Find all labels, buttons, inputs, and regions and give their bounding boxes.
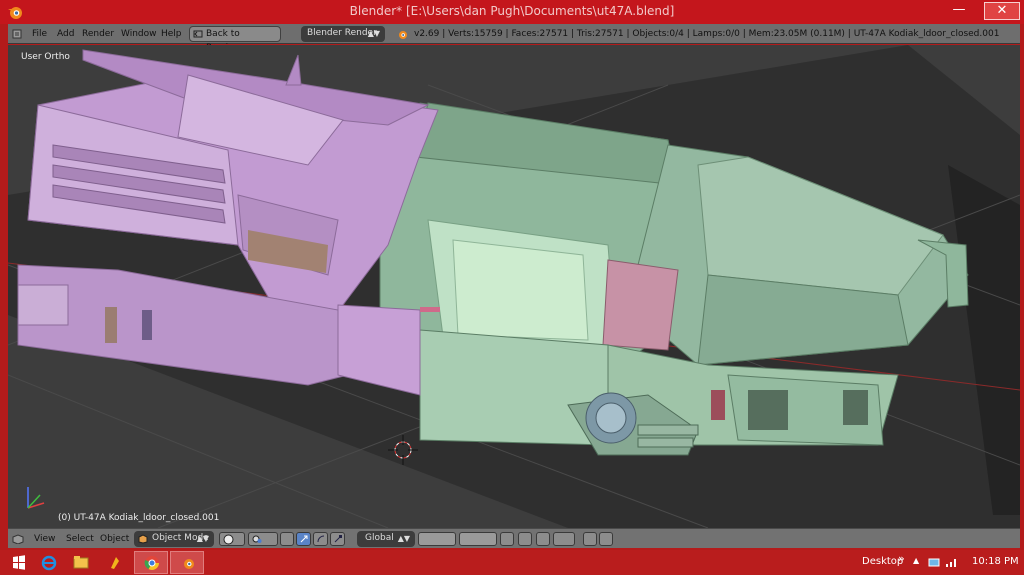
3d-viewport[interactable]: User Ortho (0) UT-47A Kodiak_ldoor_close…: [8, 45, 1020, 528]
proportional-edit-button[interactable]: [518, 532, 532, 546]
viewport-scene[interactable]: [8, 45, 1020, 528]
toolbar-chevron-icon[interactable]: »: [898, 552, 905, 565]
scene-stats: v2.69 | Verts:15759 | Faces:27571 | Tris…: [414, 29, 1000, 39]
blender-window: Blender* [E:\Users\dan Pugh\Documents\ut…: [0, 0, 1024, 575]
solid-shading-icon: [223, 534, 234, 545]
blender-taskbar-button[interactable]: [170, 551, 204, 574]
opengl-animation-button[interactable]: [599, 532, 613, 546]
render-engine-select[interactable]: Blender Render ▲▼: [301, 26, 385, 42]
close-button[interactable]: ✕: [984, 2, 1020, 20]
translate-manipulator-button[interactable]: [296, 532, 311, 546]
menu-file[interactable]: File: [32, 29, 47, 39]
object-mode-icon: [138, 534, 148, 544]
screen-back-icon: [193, 30, 203, 38]
view-name-label: User Ortho: [21, 52, 70, 62]
chrome-taskbar-button[interactable]: [134, 551, 168, 574]
pivot-point-button[interactable]: [248, 532, 278, 546]
blender-logo-icon: [399, 31, 407, 39]
window-title: Blender* [E:\Users\dan Pugh\Documents\ut…: [349, 4, 675, 18]
network-tray-icon[interactable]: [928, 556, 942, 568]
minimize-button[interactable]: —: [946, 2, 972, 20]
rotate-manipulator-button[interactable]: [313, 532, 328, 546]
manipulator-toggle[interactable]: [280, 532, 294, 546]
title-bar: Blender* [E:\Users\dan Pugh\Documents\ut…: [0, 0, 1024, 24]
rotate-arc-icon: [317, 535, 325, 543]
system-clock[interactable]: 10:18 PM: [972, 556, 1019, 567]
axis-gizmo: [27, 487, 45, 509]
pivot-icon: [252, 535, 262, 543]
snap-element-select[interactable]: [553, 532, 575, 546]
ie-icon[interactable]: [34, 552, 64, 573]
file-explorer-icon[interactable]: [66, 552, 96, 573]
info-header: File Add Render Window Help Back to Prev…: [8, 24, 1020, 53]
scene-layers-2[interactable]: [459, 532, 497, 546]
scene-layers-1[interactable]: [418, 532, 456, 546]
object-mode-select[interactable]: Object Mode ▲▼: [134, 531, 214, 547]
show-hidden-icons-icon[interactable]: ▲: [913, 556, 919, 565]
translate-arrow-icon: [300, 535, 308, 543]
active-object-label: (0) UT-47A Kodiak_ldoor_closed.001: [58, 513, 220, 523]
select-arrows-icon: ▲▼: [397, 534, 410, 543]
scale-manipulator-button[interactable]: [330, 532, 345, 546]
transform-orientation-value: Global: [365, 533, 394, 543]
selected-door-mesh[interactable]: [17, 49, 440, 396]
menu-render[interactable]: Render: [82, 29, 114, 39]
snap-toggle-button[interactable]: [536, 532, 550, 546]
render-engine-value: Blender Render: [307, 28, 377, 38]
viewport-shading-button[interactable]: [219, 532, 245, 546]
menu-help[interactable]: Help: [161, 29, 182, 39]
back-to-previous-button[interactable]: Back to Previous: [189, 26, 281, 53]
editor-type-icon[interactable]: [12, 29, 22, 39]
menu-object[interactable]: Object: [100, 534, 129, 544]
menu-add[interactable]: Add: [57, 29, 74, 39]
menu-select[interactable]: Select: [66, 534, 94, 544]
view3d-editor-icon[interactable]: [12, 534, 24, 544]
menu-window[interactable]: Window: [121, 29, 157, 39]
transform-orientation-select[interactable]: Global ▲▼: [357, 531, 415, 547]
signal-tray-icon[interactable]: [945, 556, 959, 568]
blender-taskbar-icon: [184, 559, 194, 569]
scale-arrow-icon: [334, 535, 342, 543]
3d-view-header: View Select Object Object Mode ▲▼ Global: [8, 528, 1020, 548]
lock-layers-button[interactable]: [500, 532, 514, 546]
select-arrows-icon: ▲▼: [367, 29, 380, 38]
windows-start-icon[interactable]: [4, 552, 34, 573]
chrome-icon: [144, 556, 159, 570]
select-arrows-icon: ▲▼: [196, 534, 209, 543]
windows-taskbar: Desktop » ▲ 10:18 PM: [0, 550, 1024, 575]
menu-view[interactable]: View: [34, 534, 55, 544]
opengl-render-button[interactable]: [583, 532, 597, 546]
winamp-icon[interactable]: [100, 552, 130, 573]
